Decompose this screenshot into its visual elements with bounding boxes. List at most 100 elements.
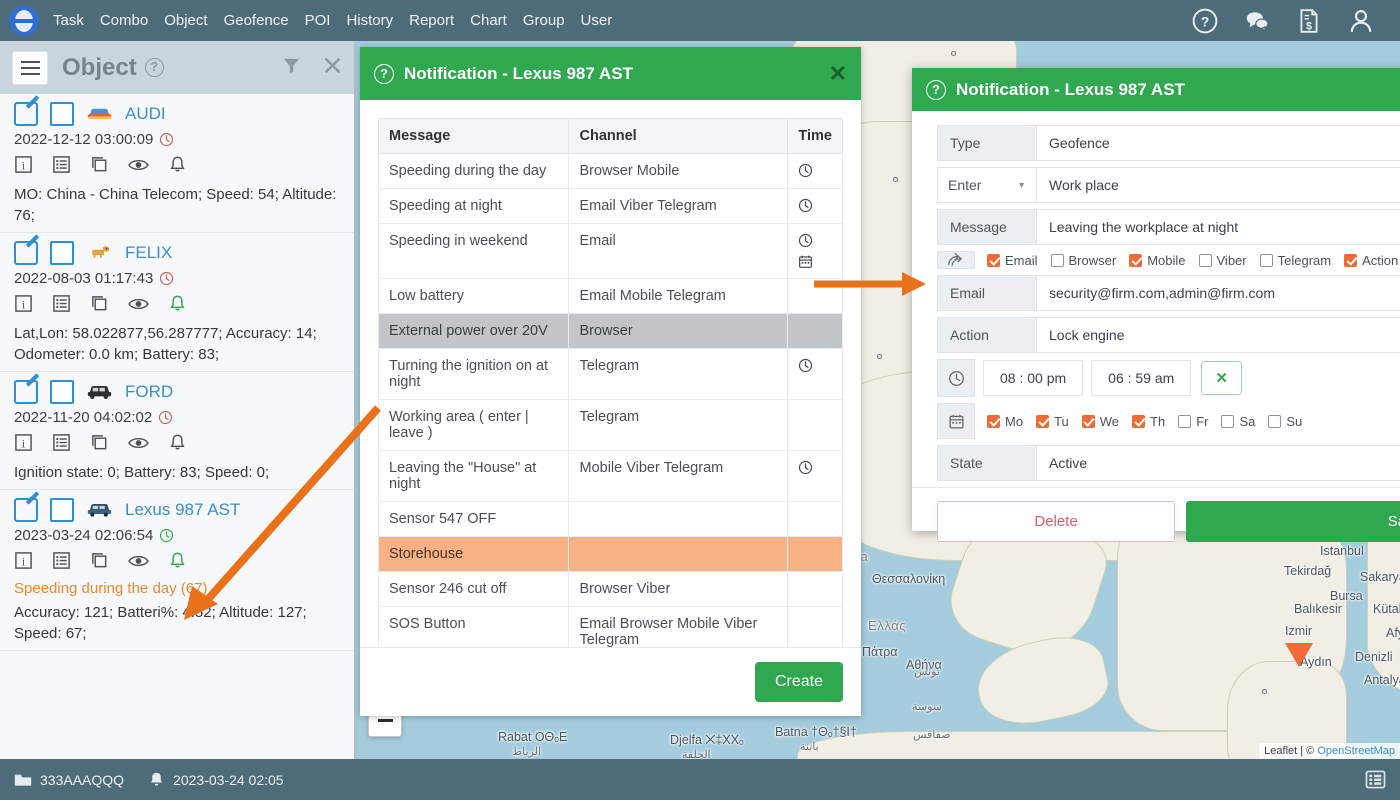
nav-item-object[interactable]: Object: [164, 12, 207, 29]
object-card[interactable]: AUDI 2022-12-12 03:00:09 i MO: China - C…: [0, 94, 354, 233]
save-button[interactable]: Save: [1186, 501, 1400, 542]
object-card[interactable]: Lexus 987 AST 2023-03-24 02:06:54 i Spee…: [0, 490, 354, 651]
select-checkbox[interactable]: [50, 241, 74, 265]
time-to-input[interactable]: 06 : 59 am: [1091, 360, 1192, 396]
close-icon[interactable]: [323, 56, 342, 80]
eye-icon[interactable]: [128, 296, 149, 317]
object-name[interactable]: FORD: [125, 382, 173, 402]
table-row[interactable]: Sensor 246 cut off Browser Viber: [377, 571, 843, 607]
object-card[interactable]: FELIX 2022-08-03 01:17:43 i Lat,Lon: 58.…: [0, 233, 354, 372]
channel-checkbox-action[interactable]: Action: [1344, 253, 1398, 268]
bell-icon[interactable]: [168, 551, 187, 575]
info-icon[interactable]: i: [14, 433, 33, 457]
edit-icon[interactable]: [14, 102, 38, 126]
object-name[interactable]: FELIX: [125, 243, 172, 263]
eye-icon[interactable]: [128, 157, 149, 178]
nav-item-history[interactable]: History: [346, 12, 393, 29]
channel-checkbox-mobile[interactable]: Mobile: [1129, 253, 1186, 268]
column-header-message[interactable]: Message: [377, 118, 570, 154]
hamburger-icon[interactable]: [12, 50, 48, 85]
info-icon[interactable]: i: [14, 155, 33, 179]
table-row[interactable]: Working area ( enter | leave ) Telegram: [377, 399, 843, 451]
globe-logo-icon[interactable]: [9, 5, 39, 36]
object-card[interactable]: FORD 2022-11-20 04:02:02 i Ignition stat…: [0, 372, 354, 490]
weekday-checkbox-we[interactable]: We: [1081, 414, 1119, 429]
bell-icon[interactable]: [168, 433, 187, 457]
table-row[interactable]: Sensor 547 OFF: [377, 501, 843, 537]
help-icon[interactable]: ?: [144, 58, 164, 77]
column-header-channel[interactable]: Channel: [568, 118, 789, 154]
trigger-select[interactable]: Enter ▼: [937, 167, 1037, 203]
table-row[interactable]: Speeding at night Email Viber Telegram: [377, 188, 843, 224]
status-notification[interactable]: 2023-03-24 02:05: [148, 771, 284, 788]
status-list-button[interactable]: [1365, 770, 1386, 789]
status-account[interactable]: 333AAAQQQ: [14, 772, 124, 788]
info-icon[interactable]: i: [14, 551, 33, 575]
object-list[interactable]: AUDI 2022-12-12 03:00:09 i MO: China - C…: [0, 94, 354, 759]
table-row[interactable]: Turning the ignition on at night Telegra…: [377, 348, 843, 400]
copy-icon[interactable]: [90, 294, 109, 318]
time-clear-button[interactable]: ✕: [1201, 361, 1242, 395]
table-row[interactable]: SOS Button Email Browser Mobile Viber Te…: [377, 606, 843, 647]
list-icon[interactable]: [52, 294, 71, 318]
create-button[interactable]: Create: [754, 662, 843, 702]
eye-icon[interactable]: [128, 435, 149, 456]
table-row[interactable]: Low battery Email Mobile Telegram: [377, 278, 843, 314]
chat-icon[interactable]: [1244, 8, 1270, 34]
table-row[interactable]: External power over 20V Browser: [377, 313, 843, 349]
bell-icon[interactable]: [168, 155, 187, 179]
table-row[interactable]: Speeding during the day Browser Mobile: [377, 153, 843, 189]
weekday-checkbox-tu[interactable]: Tu: [1036, 414, 1069, 429]
user-icon[interactable]: [1348, 8, 1374, 34]
nav-item-poi[interactable]: POI: [305, 12, 331, 29]
nav-item-geofence[interactable]: Geofence: [224, 12, 289, 29]
list-icon[interactable]: [52, 155, 71, 179]
channel-checkbox-telegram[interactable]: Telegram: [1259, 253, 1331, 268]
channel-checkbox-viber[interactable]: Viber: [1198, 253, 1247, 268]
table-row[interactable]: Leaving the "House" at night Mobile Vibe…: [377, 450, 843, 502]
weekday-checkbox-th[interactable]: Th: [1132, 414, 1165, 429]
weekday-checkbox-mo[interactable]: Mo: [987, 414, 1023, 429]
edit-icon[interactable]: [14, 241, 38, 265]
help-icon[interactable]: ?: [1192, 8, 1218, 34]
filter-icon[interactable]: [282, 56, 301, 80]
weekday-checkbox-sa[interactable]: Sa: [1221, 414, 1255, 429]
nav-item-combo[interactable]: Combo: [100, 12, 148, 29]
help-circle-icon[interactable]: ?: [926, 79, 946, 100]
select-checkbox[interactable]: [50, 380, 74, 404]
close-icon[interactable]: ✕: [829, 62, 847, 85]
info-icon[interactable]: i: [14, 294, 33, 318]
table-row[interactable]: Storehouse: [377, 536, 843, 572]
nav-item-user[interactable]: User: [581, 12, 613, 29]
nav-item-group[interactable]: Group: [523, 12, 565, 29]
time-from-input[interactable]: 08 : 00 pm: [983, 360, 1084, 396]
help-circle-icon[interactable]: ?: [374, 63, 394, 84]
eye-icon[interactable]: [128, 553, 149, 574]
copy-icon[interactable]: [90, 155, 109, 179]
invoice-icon[interactable]: $: [1296, 8, 1322, 34]
state-value[interactable]: Active: [1037, 445, 1400, 481]
email-input[interactable]: security@firm.com,admin@firm.com: [1037, 275, 1400, 311]
nav-item-task[interactable]: Task: [53, 12, 84, 29]
list-icon[interactable]: [52, 551, 71, 575]
channel-checkbox-browser[interactable]: Browser: [1050, 253, 1116, 268]
table-row[interactable]: Speeding in weekend Email: [377, 223, 843, 279]
delete-button[interactable]: Delete: [937, 501, 1175, 542]
map-marker-icon[interactable]: [1285, 643, 1313, 667]
channel-checkbox-email[interactable]: Email: [987, 253, 1038, 268]
select-checkbox[interactable]: [50, 498, 74, 522]
message-input[interactable]: Leaving the workplace at night: [1037, 209, 1400, 245]
copy-icon[interactable]: [90, 551, 109, 575]
object-name[interactable]: Lexus 987 AST: [125, 500, 240, 520]
edit-icon[interactable]: [14, 498, 38, 522]
geofence-value[interactable]: Work place: [1037, 167, 1400, 203]
list-icon[interactable]: [52, 433, 71, 457]
nav-item-report[interactable]: Report: [409, 12, 454, 29]
weekday-checkbox-su[interactable]: Su: [1268, 414, 1302, 429]
column-header-time[interactable]: Time: [787, 118, 843, 154]
copy-icon[interactable]: [90, 433, 109, 457]
weekday-checkbox-fr[interactable]: Fr: [1178, 414, 1208, 429]
nav-item-chart[interactable]: Chart: [470, 12, 507, 29]
action-input[interactable]: Lock engine: [1037, 317, 1400, 353]
type-value[interactable]: Geofence: [1037, 125, 1400, 161]
